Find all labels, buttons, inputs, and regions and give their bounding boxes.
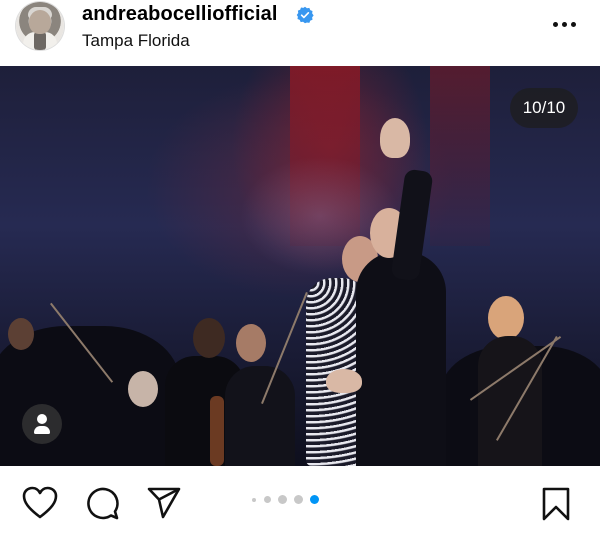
verified-badge-icon (296, 6, 314, 24)
musician (225, 366, 295, 466)
carousel-counter: 10/10 (510, 88, 578, 128)
musician (236, 324, 266, 362)
musician (193, 318, 225, 358)
post-header: andreabocelliofficial Tampa Florida (0, 0, 600, 66)
user-tag-icon[interactable] (22, 404, 62, 444)
share-icon[interactable] (146, 486, 182, 520)
tenor-hand (380, 118, 410, 158)
more-options-icon[interactable] (551, 13, 579, 37)
avatar[interactable] (16, 2, 64, 50)
carousel-dot-active (310, 495, 319, 504)
avatar-scarf (34, 32, 46, 50)
avatar-face (29, 10, 51, 34)
carousel-dot (252, 498, 256, 502)
carousel-dot (294, 495, 303, 504)
location-link[interactable]: Tampa Florida (82, 31, 190, 51)
musician (8, 318, 34, 350)
carousel-dot (278, 495, 287, 504)
joined-hands (326, 369, 362, 393)
musician (488, 296, 524, 340)
post-photo[interactable]: 10/10 (0, 66, 600, 466)
comment-icon[interactable] (84, 486, 120, 522)
stage-curtain (430, 66, 490, 246)
heart-icon[interactable] (22, 486, 58, 520)
bookmark-icon[interactable] (540, 486, 572, 522)
musician (128, 371, 158, 407)
violin (210, 396, 224, 466)
username-link[interactable]: andreabocelliofficial (82, 3, 278, 26)
carousel-dot (264, 496, 271, 503)
tenor (356, 252, 446, 466)
